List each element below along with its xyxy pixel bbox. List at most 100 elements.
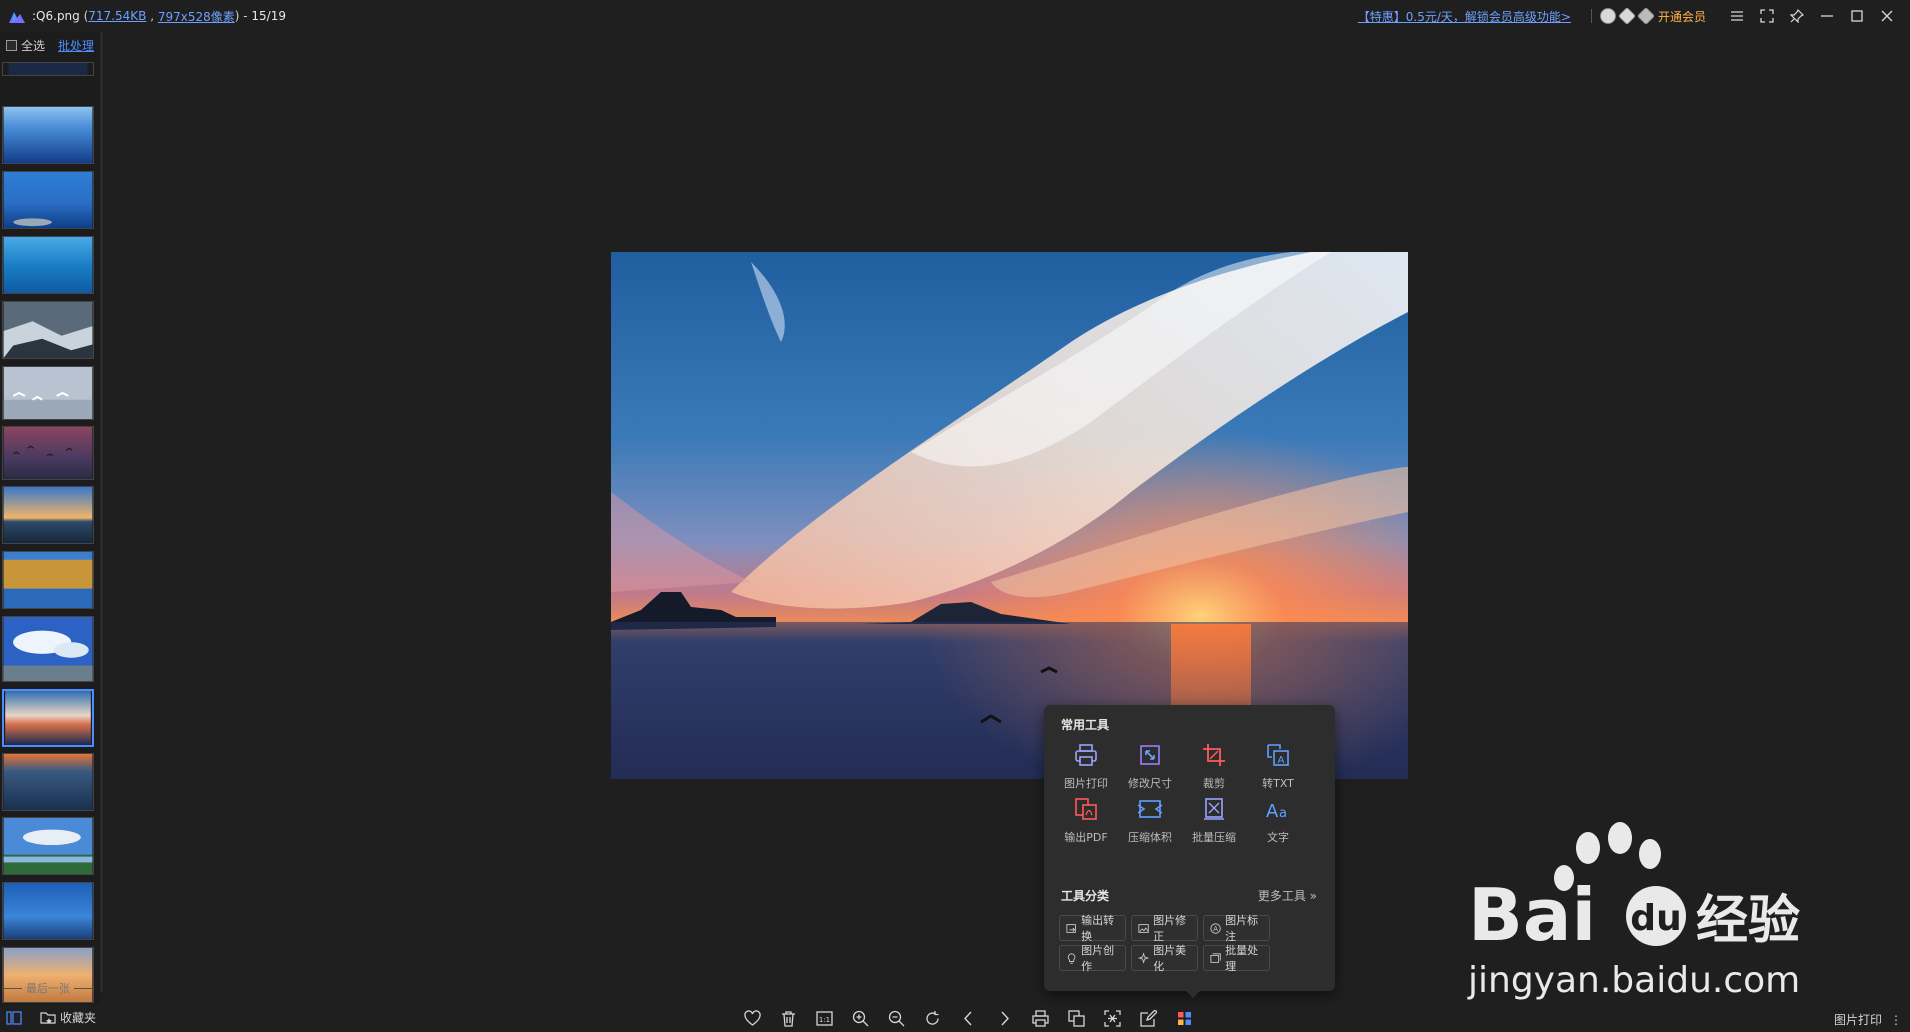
bottom-toolbar: 收藏夹 1:1 图片打印 ⋮ <box>0 1005 1910 1032</box>
printer-icon <box>1075 744 1097 766</box>
tool-print[interactable]: 图片打印 <box>1054 733 1118 793</box>
sparkle-icon <box>1138 951 1150 964</box>
print-icon[interactable] <box>1030 1008 1051 1029</box>
thumbnail-image[interactable] <box>2 817 94 875</box>
minimize-icon[interactable] <box>1812 1 1842 31</box>
rotate-icon[interactable] <box>922 1008 943 1029</box>
app-logo-icon <box>9 12 25 23</box>
tool-to-txt[interactable]: A 转TXT <box>1246 733 1310 793</box>
end-of-list-label: 最后一张 <box>26 982 70 995</box>
batch-process-link[interactable]: 批处理 <box>58 37 94 54</box>
watermark-url: jingyan.baidu.com <box>1467 960 1800 1000</box>
category-annotate[interactable]: A 图片标注 <box>1203 914 1270 943</box>
category-create[interactable]: 图片创作 <box>1059 944 1126 973</box>
svg-text:A: A <box>1213 925 1218 933</box>
thumbnail-panel: 全选 批处理 最后一张 <box>0 32 100 1014</box>
more-vertical-icon[interactable]: ⋮ <box>1890 1013 1902 1027</box>
close-icon[interactable] <box>1872 1 1902 31</box>
thumbnail-image[interactable] <box>2 753 94 811</box>
prev-icon[interactable] <box>958 1008 979 1029</box>
category-label: 图片创作 <box>1081 944 1115 973</box>
dimensions-link[interactable]: 797x528像素 <box>158 8 235 25</box>
menu-icon[interactable] <box>1722 1 1752 31</box>
annotate-icon: A <box>1210 922 1221 934</box>
trash-icon[interactable] <box>778 1008 799 1029</box>
thumbnail-image[interactable] <box>2 366 94 420</box>
next-icon[interactable] <box>994 1008 1015 1029</box>
category-batch[interactable]: 批量处理 <box>1203 944 1270 973</box>
more-tools-link[interactable]: 更多工具 » <box>1258 887 1317 904</box>
apps-icon[interactable] <box>1174 1008 1195 1029</box>
tool-compress[interactable]: 压缩体积 <box>1118 787 1182 847</box>
thumbnail-image[interactable] <box>2 301 94 359</box>
tool-label: 输出PDF <box>1064 831 1108 844</box>
svg-text:A: A <box>1278 755 1285 766</box>
thumbnail-scrollbar[interactable] <box>100 32 103 992</box>
pin-icon[interactable] <box>1782 1 1812 31</box>
copy-icon[interactable] <box>1066 1008 1087 1029</box>
tool-resize[interactable]: 修改尺寸 <box>1118 733 1182 793</box>
pdf-icon <box>1075 798 1097 820</box>
batch-compress-icon <box>1204 798 1224 820</box>
tool-category-title: 工具分类 <box>1061 889 1110 903</box>
avatar[interactable] <box>1599 8 1616 24</box>
badge-icon <box>1636 6 1656 26</box>
svg-text:A: A <box>1266 801 1279 822</box>
member-badges[interactable] <box>1599 6 1656 26</box>
tools-popup: 常用工具 图片打印 修改尺寸 裁剪 A 转TXT 输出PDF 压缩体积 批量压缩 <box>1044 705 1335 998</box>
title-bar: : Q6.png ( 717.54KB , 797x528像素 ) - 15/1… <box>0 0 1910 32</box>
select-all-checkbox[interactable]: 全选 <box>6 37 45 54</box>
thumbnail-image[interactable] <box>2 882 94 940</box>
zoom-in-icon[interactable] <box>850 1008 871 1029</box>
category-label: 批量处理 <box>1225 944 1259 973</box>
edit-icon[interactable] <box>1138 1008 1159 1029</box>
bulb-icon <box>1067 952 1076 964</box>
scan-icon[interactable] <box>1102 1008 1123 1029</box>
svg-text:a: a <box>1279 806 1287 821</box>
thumbnail-image[interactable] <box>2 616 94 682</box>
category-beautify[interactable]: 图片美化 <box>1131 944 1198 973</box>
file-size-link[interactable]: 717.54KB <box>88 9 146 23</box>
image-position: 15/19 <box>251 9 286 23</box>
common-tools-title: 常用工具 <box>1061 718 1110 732</box>
main-image <box>611 252 1408 779</box>
category-image-fix[interactable]: 图片修正 <box>1131 914 1198 943</box>
tool-text[interactable]: Aa 文字 <box>1246 787 1310 847</box>
thumbnail-image[interactable] <box>2 62 94 76</box>
category-label: 图片美化 <box>1153 944 1187 973</box>
thumbnail-image[interactable] <box>2 236 94 294</box>
svg-text:1:1: 1:1 <box>819 1016 830 1024</box>
heart-icon[interactable] <box>742 1008 763 1029</box>
thumbnail-image[interactable] <box>2 551 94 609</box>
bottom-right-group: 图片打印 ⋮ <box>1834 1011 1902 1028</box>
tool-export-pdf[interactable]: 输出PDF <box>1054 787 1118 847</box>
promo-link[interactable]: 【特惠】0.5元/天，解锁会员高级功能> <box>1358 8 1571 25</box>
tool-batch-compress[interactable]: 批量压缩 <box>1182 787 1246 847</box>
resize-icon <box>1140 745 1160 765</box>
thumbnail-toggle-icon[interactable] <box>6 1010 22 1026</box>
text-icon: Aa <box>1266 801 1287 822</box>
fullscreen-icon[interactable] <box>1752 1 1782 31</box>
thumbnail-image[interactable] <box>2 486 94 544</box>
favorites-button[interactable]: 收藏夹 <box>40 1009 96 1026</box>
zoom-out-icon[interactable] <box>886 1008 907 1029</box>
category-convert[interactable]: 输出转换 <box>1059 914 1126 943</box>
batch-icon <box>1210 952 1221 963</box>
checkbox[interactable] <box>6 40 17 51</box>
titlebar-right: 【特惠】0.5元/天，解锁会员高级功能> 开通会员 <box>1358 0 1902 32</box>
compress-icon <box>1137 800 1163 818</box>
divider <box>1590 9 1592 23</box>
tool-label: 文字 <box>1267 831 1289 844</box>
thumbnail-image[interactable] <box>2 171 94 229</box>
thumbnail-image-selected[interactable] <box>2 689 94 747</box>
actual-size-icon[interactable]: 1:1 <box>814 1008 835 1029</box>
tool-crop[interactable]: 裁剪 <box>1182 733 1246 793</box>
vip-button[interactable]: 开通会员 <box>1658 8 1706 25</box>
tool-label: 压缩体积 <box>1128 831 1172 844</box>
bottom-center-toolbar: 1:1 <box>742 1008 1195 1029</box>
thumbnail-image[interactable] <box>2 106 94 164</box>
print-shortcut-button[interactable]: 图片打印 <box>1834 1011 1882 1028</box>
thumbnail-image[interactable] <box>2 426 94 480</box>
maximize-icon[interactable] <box>1842 1 1872 31</box>
image-viewer-app: : Q6.png ( 717.54KB , 797x528像素 ) - 15/1… <box>0 0 1910 1032</box>
